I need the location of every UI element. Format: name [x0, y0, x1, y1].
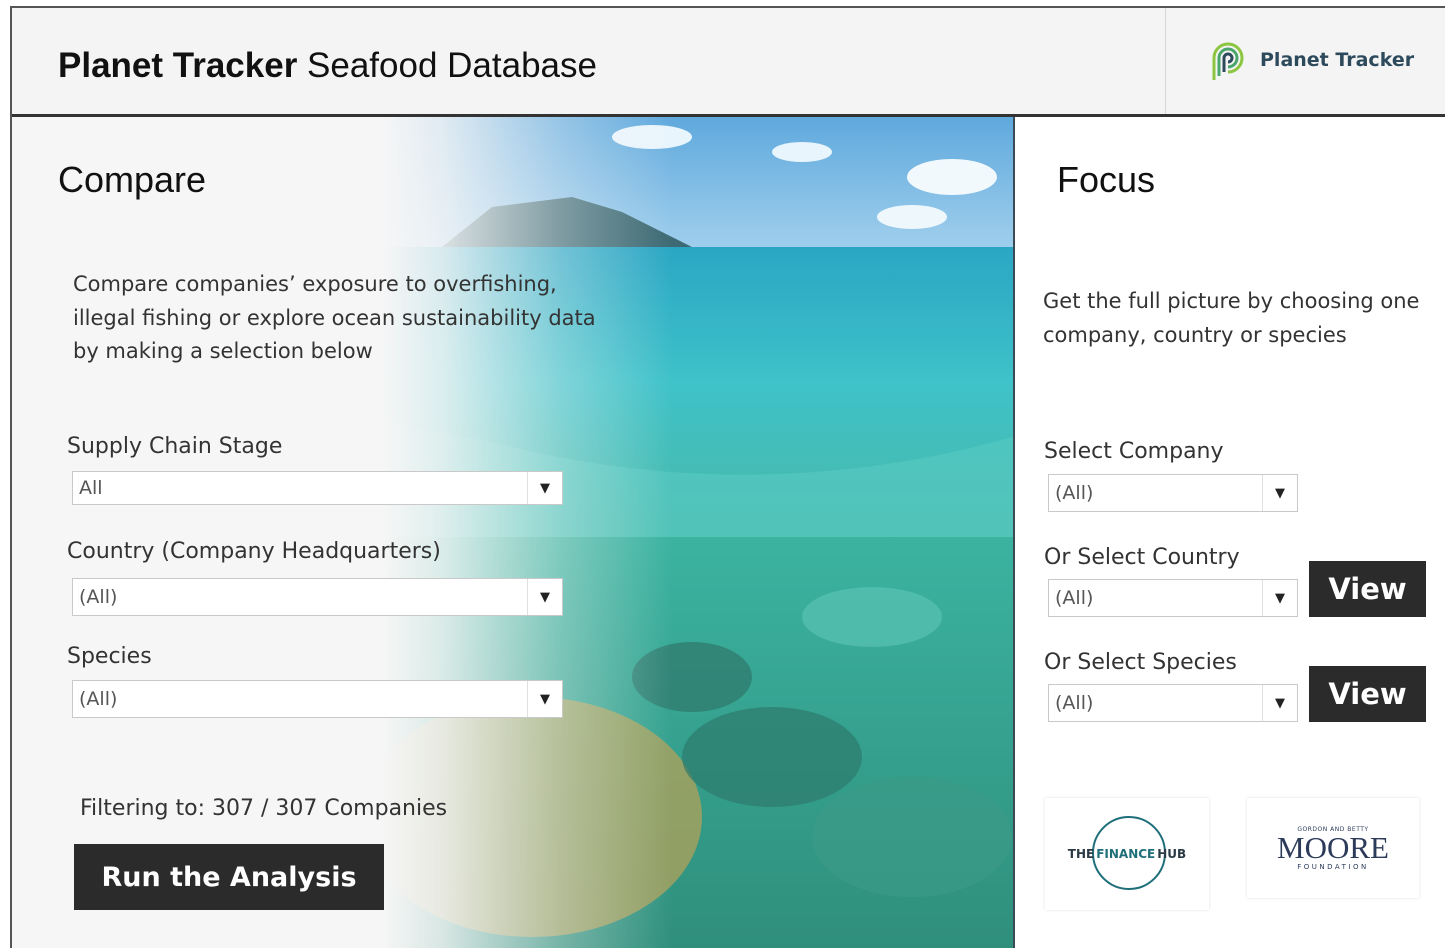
moore-name: MOORE [1277, 829, 1389, 865]
header-divider [1165, 8, 1166, 114]
select-company-value: (All) [1055, 482, 1094, 504]
view-country-button[interactable]: View [1309, 561, 1426, 617]
select-company-label: Select Company [1044, 439, 1224, 464]
select-species-value: (All) [1055, 692, 1094, 714]
country-dropdown[interactable]: (All) ▼ [72, 578, 563, 616]
supply-chain-dropdown[interactable]: All ▼ [72, 471, 563, 505]
focus-title: Focus [1057, 159, 1156, 200]
page-title: Planet Tracker Seafood Database [58, 46, 597, 85]
select-country-value: (All) [1055, 587, 1094, 609]
focus-description: Get the full picture by choosing one com… [1043, 289, 1420, 347]
view-species-button[interactable]: View [1309, 666, 1426, 722]
caret-down-icon[interactable]: ▼ [527, 472, 562, 504]
brand-name: Planet Tracker [1260, 49, 1415, 71]
caret-down-icon[interactable]: ▼ [1262, 685, 1297, 721]
select-species-label: Or Select Species [1044, 650, 1237, 675]
focus-panel: Focus Get the full picture by choosing o… [1013, 117, 1445, 948]
caret-down-icon[interactable]: ▼ [1262, 475, 1297, 511]
country-value: (All) [79, 586, 118, 608]
filter-status: Filtering to: 307 / 307 Companies [80, 796, 448, 821]
caret-down-icon[interactable]: ▼ [527, 579, 562, 615]
compare-title: Compare [58, 159, 207, 200]
finance-hub-middle: FINANCE [1096, 847, 1156, 861]
select-country-label: Or Select Country [1044, 545, 1240, 570]
finance-hub-right: HUB [1157, 847, 1187, 861]
compare-description: Compare companies’ exposure to overfishi… [73, 272, 596, 363]
country-label: Country (Company Headquarters) [67, 539, 441, 564]
header-bar: Planet Tracker Seafood Database Planet T… [12, 8, 1445, 117]
image-fade-overlay [12, 117, 1013, 948]
compare-panel: Compare Compare companies’ exposure to o… [12, 117, 1013, 948]
moore-bottom: FOUNDATION [1297, 862, 1369, 871]
finance-hub-logo-mark: THE FINANCE HUB [1052, 814, 1202, 894]
select-company-dropdown[interactable]: (All) ▼ [1048, 474, 1298, 512]
finance-hub-logo[interactable]: THE FINANCE HUB [1045, 798, 1209, 910]
supply-chain-label: Supply Chain Stage [67, 434, 283, 459]
finance-hub-left: THE [1067, 847, 1095, 861]
caret-down-icon[interactable]: ▼ [1262, 580, 1297, 616]
select-country-dropdown[interactable]: (All) ▼ [1048, 579, 1298, 617]
species-label: Species [67, 644, 152, 669]
species-dropdown[interactable]: (All) ▼ [72, 680, 563, 718]
run-analysis-button[interactable]: Run the Analysis [74, 844, 384, 910]
planet-tracker-logo-icon [1212, 42, 1244, 80]
supply-chain-value: All [79, 477, 103, 499]
moore-foundation-logo[interactable]: GORDON AND BETTY MOORE FOUNDATION [1247, 798, 1419, 898]
brand-logo[interactable]: Planet Tracker [1204, 36, 1414, 84]
caret-down-icon[interactable]: ▼ [527, 681, 562, 717]
species-value: (All) [79, 688, 118, 710]
select-species-dropdown[interactable]: (All) ▼ [1048, 684, 1298, 722]
